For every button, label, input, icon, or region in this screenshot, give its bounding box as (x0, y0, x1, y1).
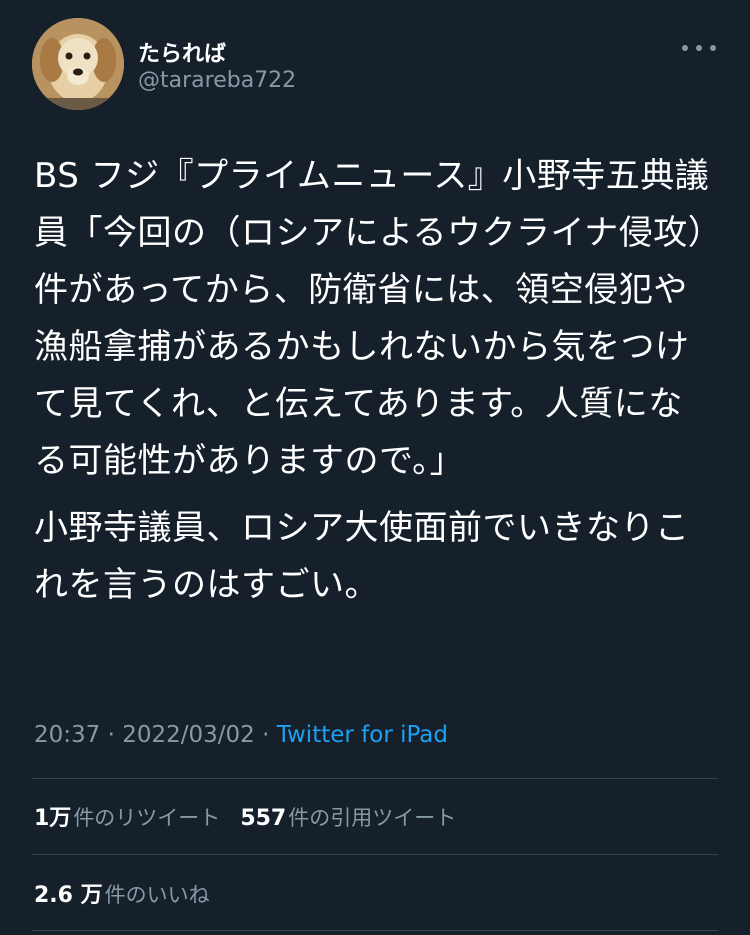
tweet-paragraph: BS フジ『プライムニュース』小野寺五典議員「今回の（ロシアによるウクライナ侵攻… (34, 156, 710, 481)
tweet-detail: たられば @tarareba722 BS フジ『プライムニュース』小野寺五典議員… (0, 0, 750, 935)
quote-count-number: 557 (240, 806, 287, 831)
tweet-source-link[interactable]: Twitter for iPad (277, 722, 448, 748)
tweet-time[interactable]: 20:37 (34, 722, 100, 748)
tweet-paragraph: 小野寺議員、ロシア大使面前でいきなりこれを言うのはすごい。 (34, 508, 690, 605)
meta-separator: · (107, 722, 115, 748)
more-dot (682, 45, 688, 51)
divider (32, 930, 718, 931)
author-handle[interactable]: @tarareba722 (138, 68, 296, 93)
meta-separator: · (262, 722, 270, 748)
likes-row: 2.6 万 件のいいね (34, 877, 210, 909)
more-dot (710, 45, 716, 51)
retweet-count-label: 件のリツイート (73, 806, 221, 830)
tweet-header: たられば @tarareba722 (32, 18, 722, 112)
retweet-count[interactable]: 1万 件のリツイート (34, 800, 220, 832)
tweet-timestamp-row: 20:37 · 2022/03/02 · Twitter for iPad (34, 722, 448, 748)
more-horizontal-icon[interactable] (682, 38, 716, 58)
quote-tweet-count[interactable]: 557 件の引用ツイート (240, 802, 456, 832)
avatar[interactable] (32, 18, 124, 110)
engagement-row: 1万 件のリツイート 557 件の引用ツイート (34, 800, 456, 832)
dog-avatar-image (32, 18, 124, 110)
like-count[interactable]: 2.6 万 件のいいね (34, 877, 210, 909)
author-display-name[interactable]: たられば (138, 36, 226, 68)
quote-count-label: 件の引用ツイート (288, 806, 457, 830)
retweet-count-number: 1万 (34, 806, 72, 831)
like-count-number: 2.6 万 (34, 883, 103, 908)
tweet-text: BS フジ『プライムニュース』小野寺五典議員「今回の（ロシアによるウクライナ侵攻… (34, 148, 714, 614)
like-count-label: 件のいいね (104, 883, 210, 907)
divider (32, 778, 718, 779)
divider (32, 854, 718, 855)
tweet-date[interactable]: 2022/03/02 (122, 722, 255, 748)
more-dot (696, 45, 702, 51)
